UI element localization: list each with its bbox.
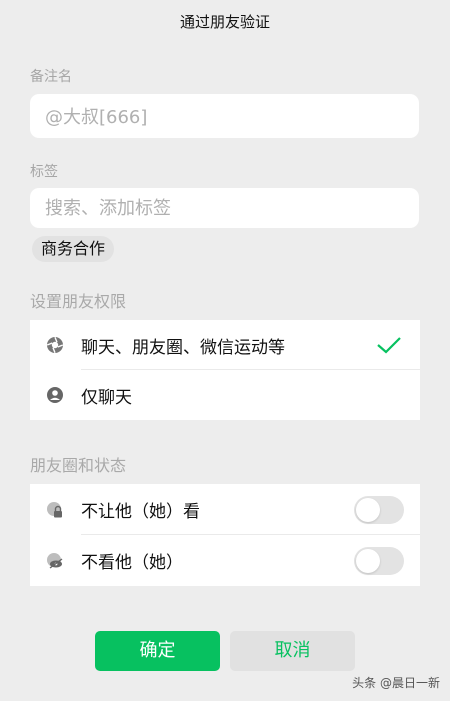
- moments-card: 不让他（她）看 不看他（她）: [30, 484, 420, 586]
- permission-option-chat-only-label: 仅聊天: [81, 387, 132, 408]
- check-icon: [377, 337, 401, 354]
- permissions-label: 设置朋友权限: [30, 292, 127, 311]
- remark-label: 备注名: [30, 69, 72, 85]
- hide-my-moments-toggle[interactable]: [354, 495, 404, 524]
- hide-their-moments-toggle[interactable]: [354, 546, 404, 575]
- tags-label: 标签: [30, 164, 58, 180]
- permissions-card: 聊天、朋友圈、微信运动等 仅聊天: [30, 320, 420, 420]
- tag-search-input[interactable]: [45, 197, 419, 219]
- verification-page: 通过朋友验证 备注名 标签 商务合作 设置朋友权限 聊天、朋友圈、微信运动等: [0, 0, 450, 701]
- moments-hide-theirs-label: 不看他（她）: [81, 553, 183, 573]
- tag-search-field[interactable]: [30, 188, 419, 228]
- moments-hide-mine-row: 不让他（她）看: [30, 484, 420, 535]
- lock-icon: [47, 501, 62, 517]
- hide-icon: [47, 552, 63, 569]
- moments-hide-theirs-row: 不看他（她）: [30, 535, 420, 586]
- chat-user-icon: [47, 387, 63, 403]
- permission-option-all[interactable]: 聊天、朋友圈、微信运动等: [30, 320, 420, 370]
- remark-input[interactable]: [45, 105, 419, 127]
- toggle-knob: [356, 548, 380, 573]
- confirm-button[interactable]: 确定: [95, 631, 220, 671]
- watermark: 头条 @晨日一新: [352, 676, 440, 690]
- tag-chip[interactable]: 商务合作: [32, 236, 115, 262]
- permission-option-all-label: 聊天、朋友圈、微信运动等: [81, 337, 285, 358]
- page-title: 通过朋友验证: [179, 13, 270, 31]
- remark-field[interactable]: [30, 94, 419, 138]
- aperture-icon: [46, 336, 64, 354]
- toggle-knob: [356, 497, 380, 522]
- cancel-button[interactable]: 取消: [230, 631, 355, 671]
- permission-option-chat-only[interactable]: 仅聊天: [30, 370, 420, 420]
- moments-hide-mine-label: 不让他（她）看: [81, 502, 200, 522]
- moments-label: 朋友圈和状态: [30, 456, 127, 475]
